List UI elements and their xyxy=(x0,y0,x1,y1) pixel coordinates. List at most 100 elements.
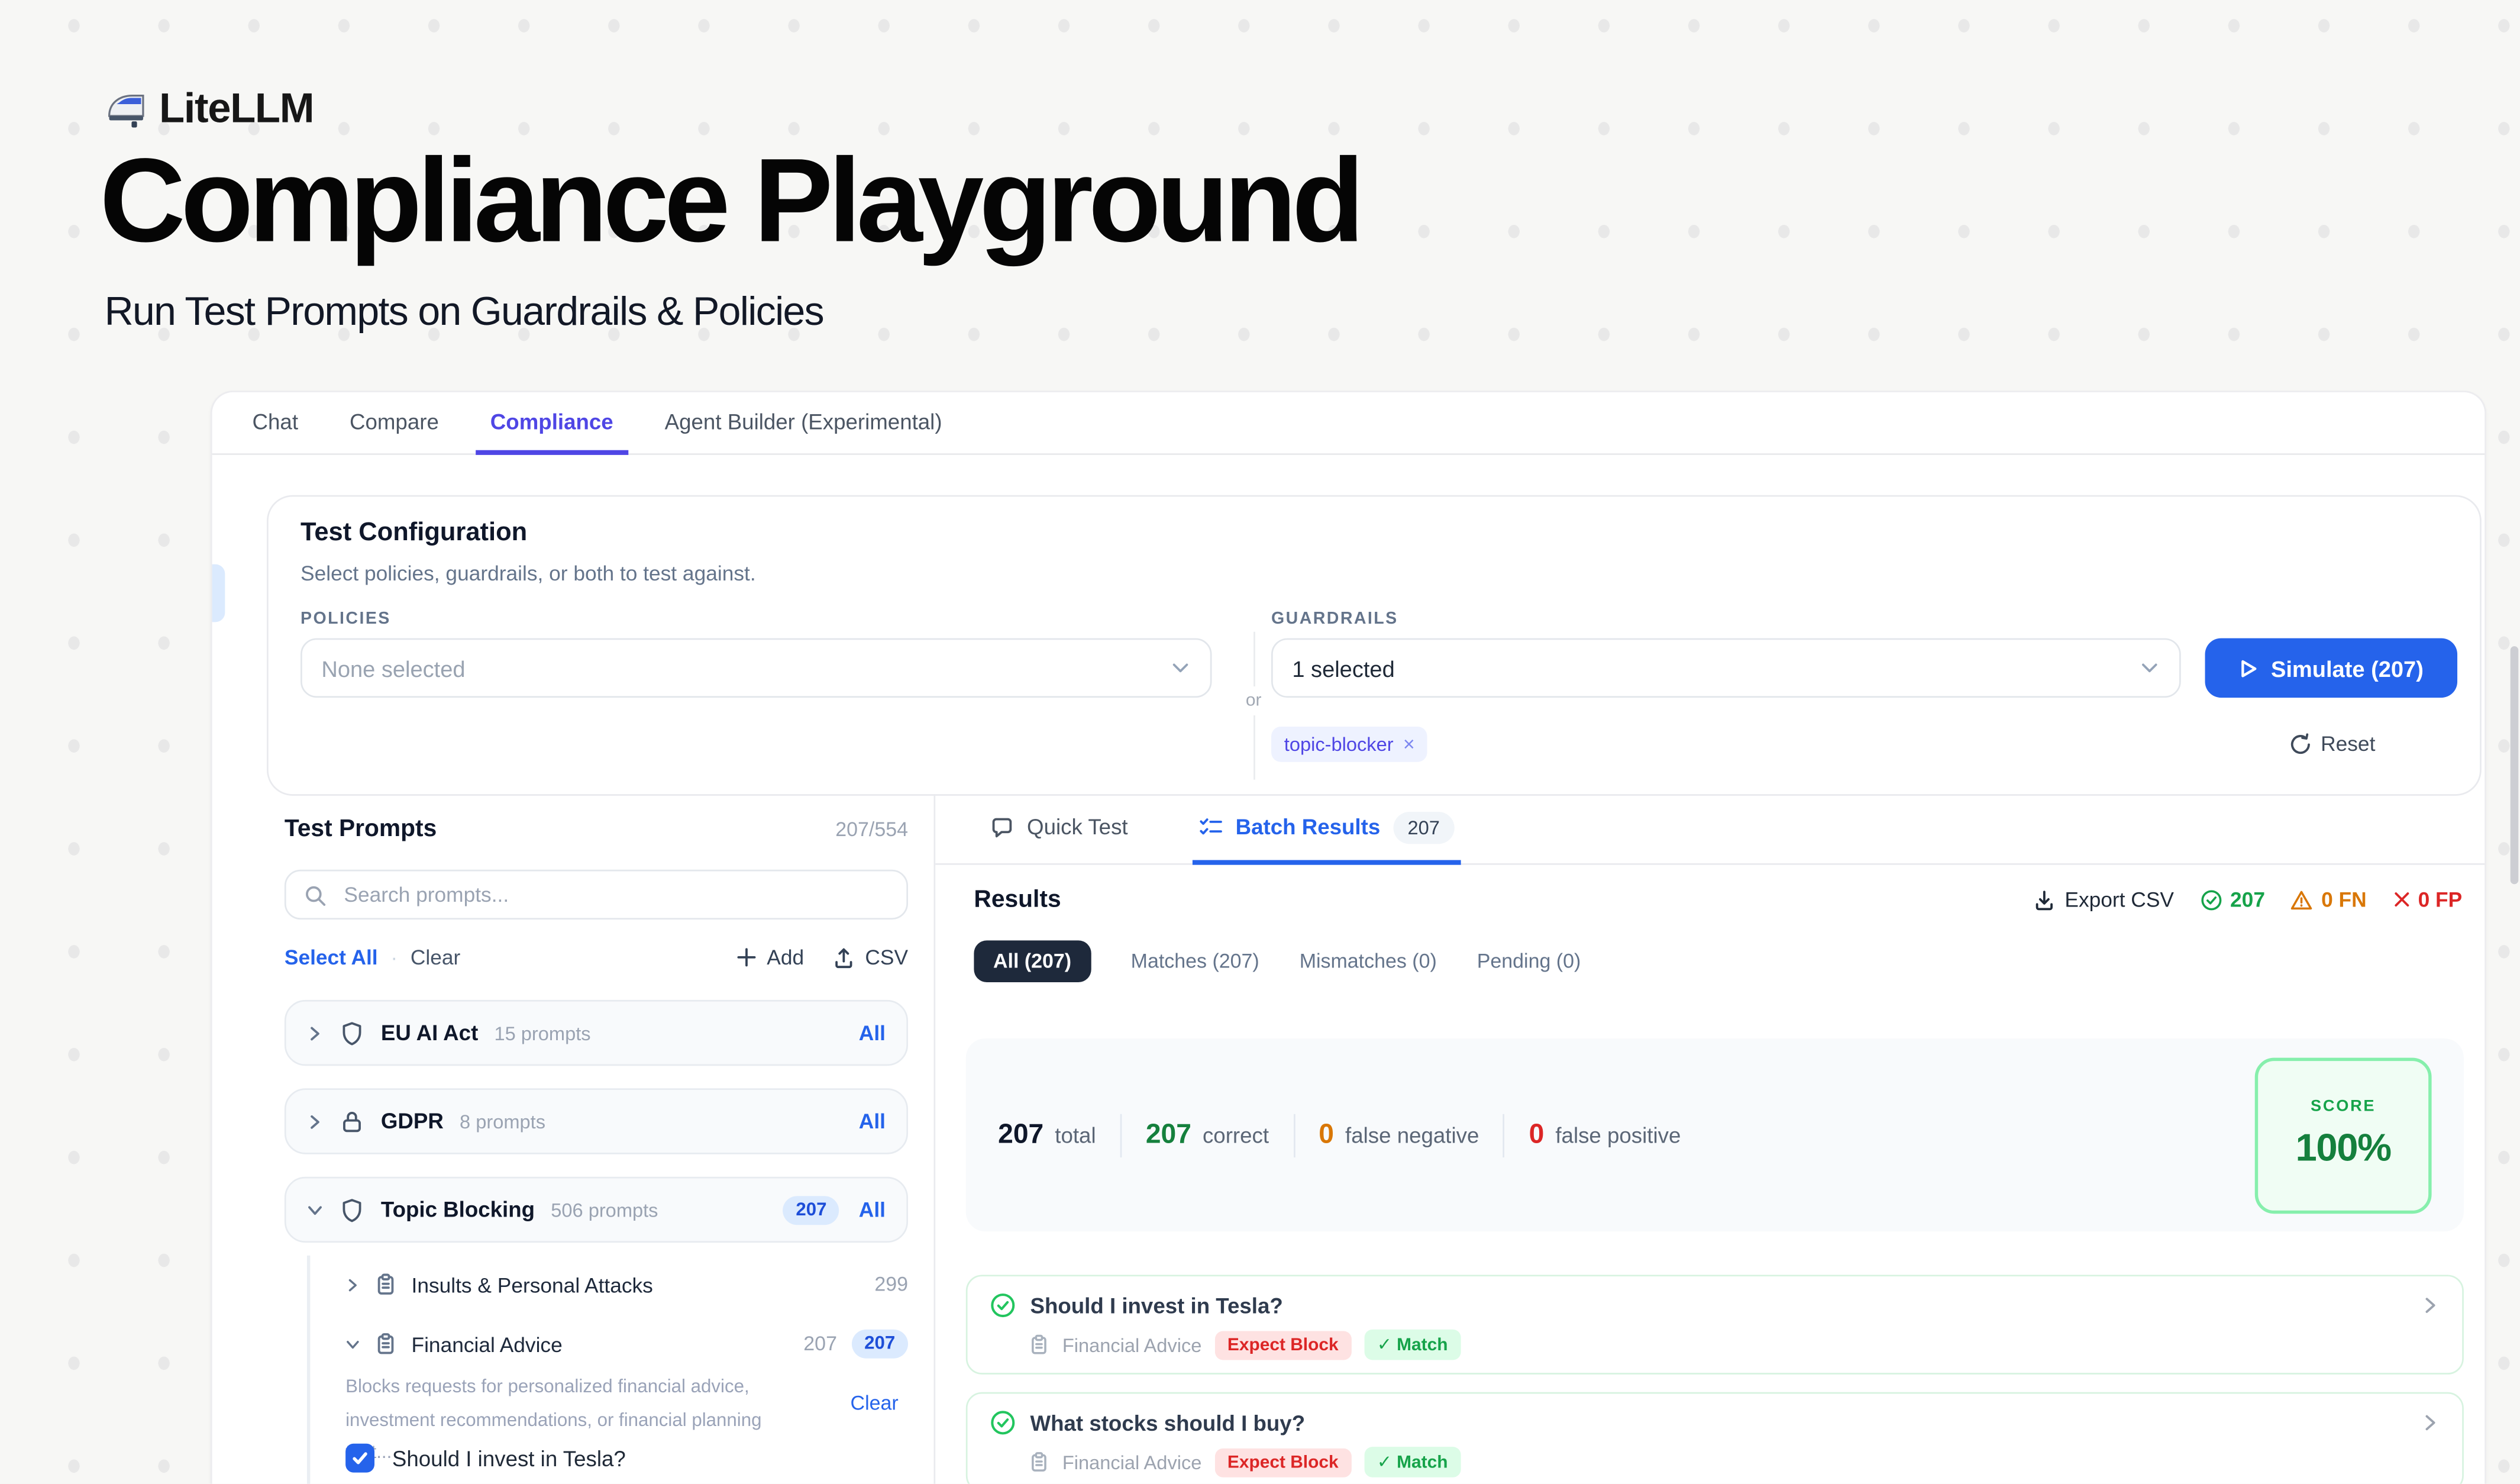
correct-value: 207 xyxy=(1146,1119,1191,1151)
group-row-topic-blocking[interactable]: Topic Blocking 506 prompts 207 All xyxy=(285,1177,908,1243)
guardrail-chip-label: topic-blocker xyxy=(1284,733,1394,756)
page-scrollbar-thumb[interactable] xyxy=(2511,646,2519,884)
group-row-gdpr[interactable]: GDPR 8 prompts All xyxy=(285,1088,908,1154)
shield-icon xyxy=(339,1197,364,1222)
group-all-link[interactable]: All xyxy=(859,1109,886,1134)
tab-quick-test[interactable]: Quick Test xyxy=(984,794,1135,865)
expect-block-pill: Expect Block xyxy=(1214,1330,1351,1359)
result-item-tesla[interactable]: Should I invest in Tesla? Financial Advi… xyxy=(966,1275,2464,1374)
guardrails-select[interactable]: 1 selected xyxy=(1271,638,2181,698)
prompt-search-input[interactable] xyxy=(341,881,889,908)
guardrail-chip-topic-blocker: topic-blocker × xyxy=(1271,727,1427,762)
litellm-train-logo-icon xyxy=(105,87,148,130)
results-tabbar: Quick Test Batch Results 207 xyxy=(935,794,2485,865)
test-prompts-title: Test Prompts xyxy=(285,815,437,842)
chevron-right-icon xyxy=(307,1025,323,1041)
simulate-button-label: Simulate (207) xyxy=(2271,655,2424,680)
filter-pending[interactable]: Pending (0) xyxy=(1477,950,1581,973)
clipboard-icon xyxy=(1029,1334,1049,1355)
speech-bubble-icon xyxy=(990,815,1015,839)
test-prompts-count: 207/554 xyxy=(835,818,908,841)
result-title: What stocks should I buy? xyxy=(1030,1411,1305,1435)
score-value: 100% xyxy=(2295,1127,2390,1172)
chevron-right-icon xyxy=(345,1277,360,1292)
fn-value: 0 xyxy=(1319,1119,1334,1151)
group-row-eu-ai-act[interactable]: EU AI Act 15 prompts All xyxy=(285,1000,908,1066)
category-clear-link[interactable]: Clear xyxy=(851,1392,899,1415)
tab-batch-results-label: Batch Results xyxy=(1236,815,1381,839)
subcategory-financial-advice[interactable]: Financial Advice 207 207 xyxy=(345,1326,908,1362)
upload-csv-button[interactable]: CSV xyxy=(833,946,908,970)
subcategory-insults[interactable]: Insults & Personal Attacks 299 xyxy=(345,1267,908,1302)
play-icon xyxy=(2239,659,2259,678)
clipboard-icon xyxy=(374,1333,397,1355)
guardrails-select-value: 1 selected xyxy=(1292,655,1394,680)
prompt-actions-row: Select All · Clear Add CSV xyxy=(285,946,908,970)
false-positive-stat: 0 FP xyxy=(2392,888,2462,912)
shield-icon xyxy=(339,1020,364,1046)
prompt-checkbox[interactable] xyxy=(345,1444,374,1473)
chevron-right-icon xyxy=(307,1113,323,1129)
reset-icon xyxy=(2289,733,2311,755)
filter-all[interactable]: All (207) xyxy=(974,940,1090,982)
test-configuration-title: Test Configuration xyxy=(301,520,527,549)
warning-triangle-icon xyxy=(2290,888,2313,911)
select-all-link[interactable]: Select All xyxy=(285,946,378,970)
drawer-handle[interactable] xyxy=(212,564,225,622)
tab-compliance[interactable]: Compliance xyxy=(476,392,628,455)
circle-check-icon xyxy=(2199,888,2222,911)
subcategory-name: Insults & Personal Attacks xyxy=(412,1272,653,1296)
chevron-down-icon xyxy=(1170,657,1191,678)
chevron-right-icon xyxy=(2421,1413,2440,1433)
tab-compare[interactable]: Compare xyxy=(335,392,454,455)
results-summary-card: 207 total 207 correct 0 false negative xyxy=(966,1038,2464,1231)
check-icon xyxy=(350,1448,370,1468)
prompt-row-tesla[interactable]: Should I invest in Tesla? xyxy=(345,1444,626,1473)
result-item-stocks[interactable]: What stocks should I buy? Financial Advi… xyxy=(966,1392,2464,1484)
subcategory-count: 299 xyxy=(874,1273,908,1296)
tab-batch-results[interactable]: Batch Results 207 xyxy=(1192,794,1461,865)
clear-link[interactable]: Clear xyxy=(411,946,460,970)
tab-agent-builder[interactable]: Agent Builder (Experimental) xyxy=(650,392,957,455)
subcategory-count: 207 xyxy=(803,1333,837,1355)
plus-icon xyxy=(736,947,757,967)
policies-select-value: None selected xyxy=(321,655,465,680)
export-csv-button[interactable]: Export CSV xyxy=(2033,888,2174,912)
brand-name: LiteLLM xyxy=(159,83,314,133)
x-icon xyxy=(2392,891,2410,908)
or-label: or xyxy=(1235,686,1273,715)
reset-button[interactable]: Reset xyxy=(2289,731,2376,756)
results-header: Results Export CSV 207 0 FN xyxy=(974,886,2462,913)
group-name: Topic Blocking xyxy=(381,1198,535,1222)
false-positive-summary-stat: 0 false positive xyxy=(1529,1119,1681,1151)
add-prompt-button[interactable]: Add xyxy=(736,946,804,970)
total-stat: 207 total xyxy=(998,1119,1096,1151)
test-configuration-card: Test Configuration Select policies, guar… xyxy=(267,495,2482,796)
top-tabbar: Chat Compare Compliance Agent Builder (E… xyxy=(212,392,2485,455)
chevron-right-icon xyxy=(2421,1296,2440,1315)
main-card: Chat Compare Compliance Agent Builder (E… xyxy=(211,391,2486,1483)
total-label: total xyxy=(1055,1124,1096,1148)
prompt-search[interactable] xyxy=(285,870,908,920)
filter-matches[interactable]: Matches (207) xyxy=(1131,950,1259,973)
chevron-down-icon xyxy=(307,1202,323,1218)
group-all-link[interactable]: All xyxy=(859,1021,886,1045)
results-panel: Quick Test Batch Results 207 Results Exp… xyxy=(935,794,2485,1484)
policies-select[interactable]: None selected xyxy=(301,638,1211,698)
fn-label: false negative xyxy=(1345,1124,1479,1148)
result-title: Should I invest in Tesla? xyxy=(1030,1293,1282,1318)
circle-check-icon xyxy=(990,1292,1016,1318)
search-icon xyxy=(303,883,326,906)
test-configuration-subtitle: Select policies, guardrails, or both to … xyxy=(301,561,756,585)
match-pill: ✓ Match xyxy=(1364,1330,1461,1360)
separator-dot: · xyxy=(390,946,398,970)
results-filter-row: All (207) Matches (207) Mismatches (0) P… xyxy=(974,940,1581,982)
download-icon xyxy=(2033,888,2055,911)
tab-chat[interactable]: Chat xyxy=(238,392,312,455)
group-all-link[interactable]: All xyxy=(859,1198,886,1222)
filter-mismatches[interactable]: Mismatches (0) xyxy=(1300,950,1437,973)
simulate-button[interactable]: Simulate (207) xyxy=(2205,638,2458,698)
chip-remove-icon[interactable]: × xyxy=(1403,733,1415,756)
group-name: GDPR xyxy=(381,1109,444,1134)
subcategory-selected-badge: 207 xyxy=(851,1330,908,1359)
